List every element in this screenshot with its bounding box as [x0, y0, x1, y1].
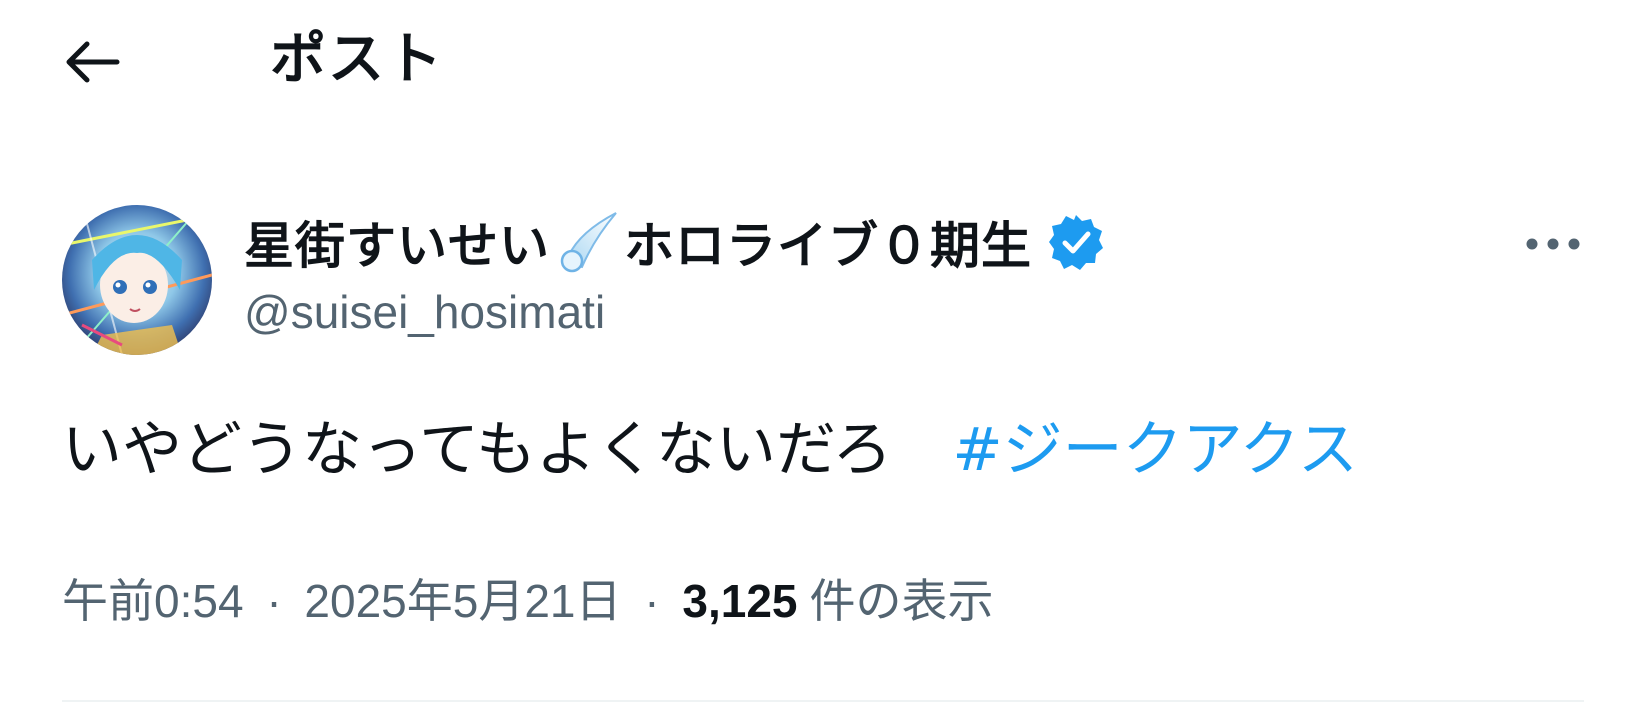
- avatar-image: [62, 205, 212, 355]
- view-count[interactable]: 3,125: [682, 575, 797, 627]
- post-meta: 午前0:54 · 2025年5月21日 · 3,125 件の表示: [62, 565, 994, 631]
- more-horizontal-icon: [1526, 238, 1580, 250]
- author-name-row[interactable]: 星街すいせい ホロライブ０期生: [244, 205, 1106, 279]
- post-body: いやどうなってもよくないだろ: [62, 415, 893, 485]
- arrow-left-icon: [66, 41, 120, 83]
- back-button[interactable]: [60, 30, 124, 94]
- post-date[interactable]: 2025年5月21日: [304, 575, 621, 627]
- author-handle[interactable]: @suisei_hosimati: [244, 285, 605, 339]
- top-bar: ポスト: [0, 0, 1644, 120]
- display-name-part2: ホロライブ０期生: [624, 217, 1032, 275]
- more-options-button[interactable]: [1518, 222, 1588, 266]
- avatar[interactable]: [62, 205, 212, 355]
- view-label: 件の表示: [809, 575, 994, 627]
- hashtag-link[interactable]: #ジークアクス: [952, 415, 1357, 485]
- display-name-part1: 星街すいせい: [244, 217, 550, 275]
- post-text: いやどうなってもよくないだろ #ジークアクス: [62, 408, 1358, 492]
- comet-icon: [560, 212, 617, 273]
- verified-badge-icon: [1049, 215, 1103, 270]
- divider: [62, 700, 1584, 702]
- page-title: ポスト: [270, 27, 444, 92]
- meta-separator: ·: [266, 575, 282, 627]
- meta-separator: ·: [644, 575, 660, 627]
- post-time[interactable]: 午前0:54: [62, 575, 244, 627]
